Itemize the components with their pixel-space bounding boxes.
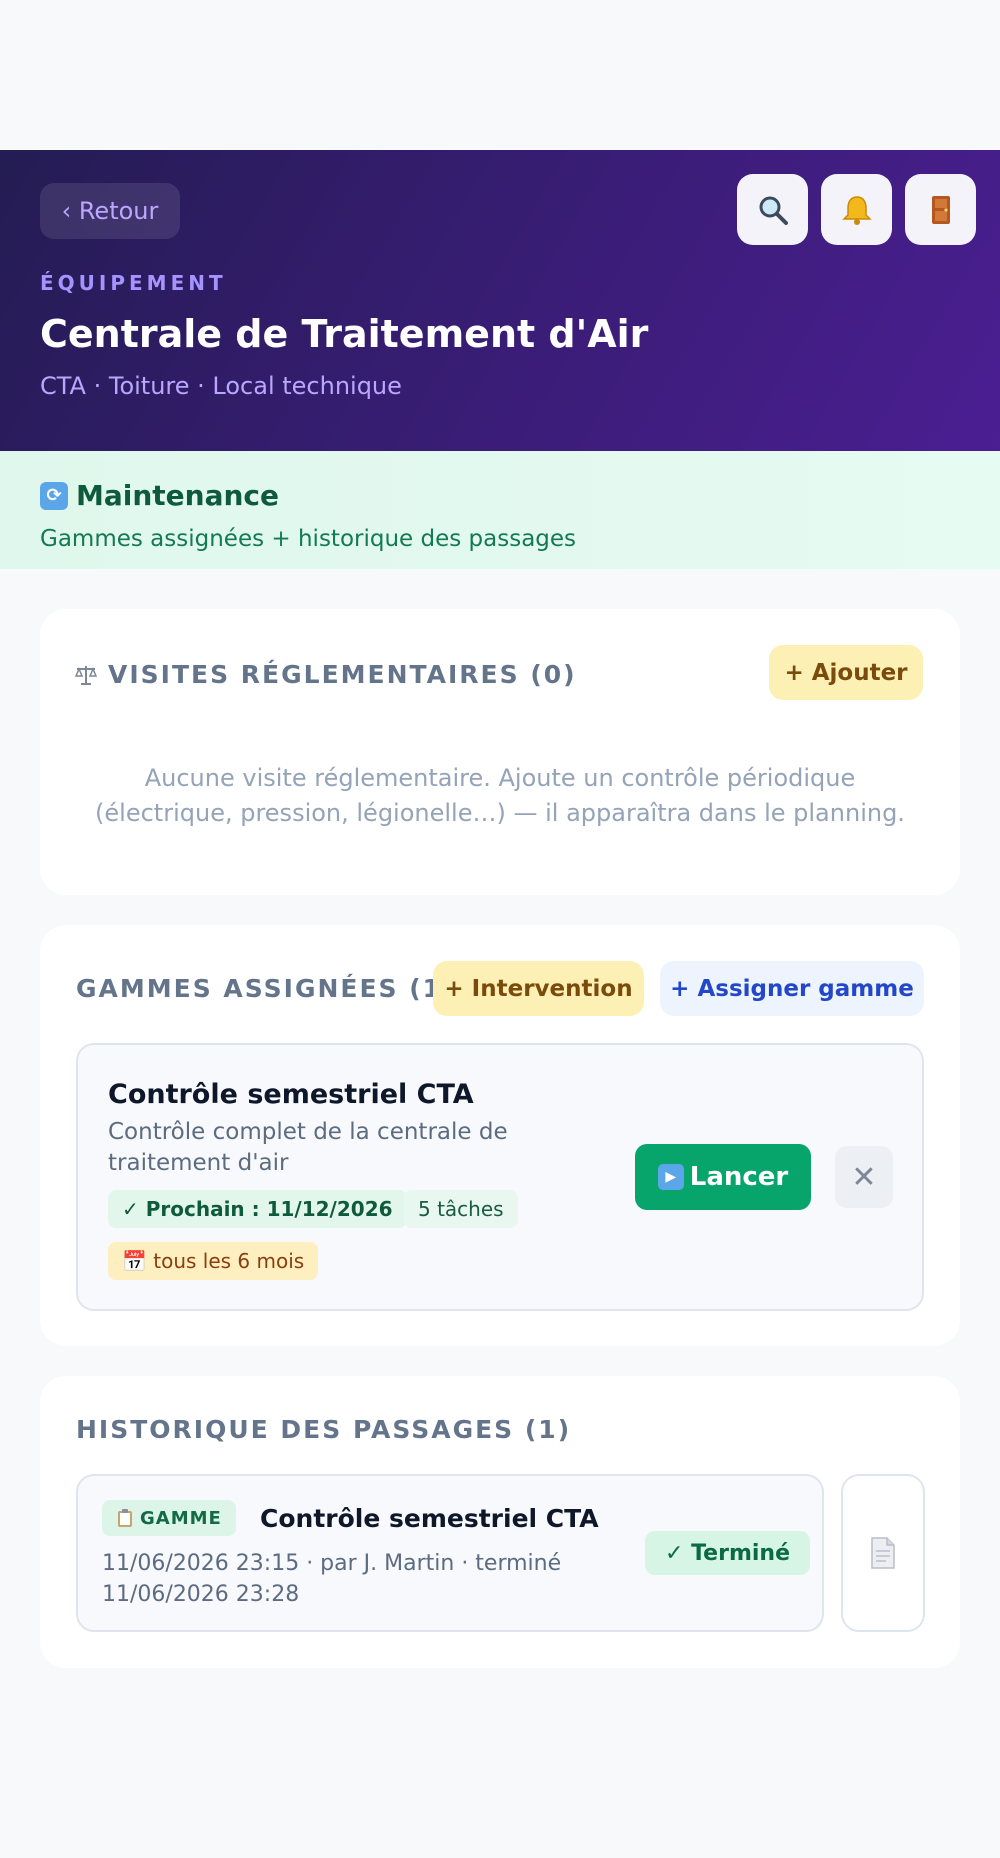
door-icon — [931, 195, 950, 224]
gamme-tag: GAMME — [102, 1500, 236, 1536]
equipment-overline: ÉQUIPEMENT — [40, 271, 227, 295]
gamme-desc-line-2: traitement d'air — [108, 1150, 289, 1176]
back-button[interactable]: ‹ Retour — [40, 183, 180, 239]
maintenance-banner: ⟳ Maintenance Gammes assignées + histori… — [0, 451, 1000, 569]
launch-label: Lancer — [689, 1162, 789, 1192]
remove-gamme-button[interactable]: ✕ — [835, 1146, 893, 1208]
visites-title-text: VISITES RÉGLEMENTAIRES (0) — [108, 660, 577, 689]
history-entry[interactable]: GAMME Contrôle semestriel CTA 11/06/2026… — [76, 1474, 824, 1632]
page-title: Centrale de Traitement d'Air — [40, 312, 649, 356]
frequency-badge: 📅 tous les 6 mois — [108, 1242, 319, 1280]
search-icon — [759, 196, 788, 225]
document-icon — [871, 1537, 895, 1569]
bell-icon — [841, 195, 872, 225]
gamme-item: Contrôle semestriel CTA Contrôle complet… — [76, 1043, 924, 1311]
assign-gamme-button[interactable]: + Assigner gamme — [660, 961, 924, 1016]
maintenance-subtitle: Gammes assignées + historique des passag… — [40, 526, 577, 552]
logout-button[interactable] — [905, 174, 976, 245]
equipment-header: ‹ Retour ÉQUIPEMENT Centrale de Traiteme… — [0, 150, 1000, 451]
historique-section-title: HISTORIQUE DES PASSAGES (1) — [76, 1415, 572, 1444]
view-report-button[interactable] — [841, 1474, 925, 1632]
search-button[interactable] — [737, 174, 808, 245]
visites-empty-line-2: (électrique, pression, légionelle…) — il… — [95, 799, 905, 827]
gamme-desc-line-1: Contrôle complet de la centrale de — [108, 1119, 508, 1145]
launch-button[interactable]: ▶ Lancer — [635, 1144, 811, 1210]
history-title: Contrôle semestriel CTA — [260, 1504, 599, 1533]
history-meta-line-2: 11/06/2026 23:28 — [102, 1582, 300, 1607]
gammes-section-title: GAMMES ASSIGNÉES (1) — [76, 974, 456, 1003]
notifications-button[interactable] — [821, 174, 892, 245]
equipment-location: CTA · Toiture · Local technique — [40, 372, 402, 400]
visites-section-title: VISITES RÉGLEMENTAIRES (0) — [74, 660, 577, 689]
visites-empty-line-1: Aucune visite réglementaire. Ajoute un c… — [144, 764, 856, 792]
gamme-tag-label: GAMME — [140, 1507, 222, 1529]
gamme-title: Contrôle semestriel CTA — [108, 1079, 474, 1110]
play-icon: ▶ — [657, 1164, 684, 1190]
status-badge: ✓ Terminé — [645, 1531, 810, 1575]
gammes-card: GAMMES ASSIGNÉES (1) + Intervention + As… — [40, 925, 960, 1346]
visites-card: VISITES RÉGLEMENTAIRES (0) + Ajouter Auc… — [40, 609, 960, 895]
task-count-badge: 5 tâches — [404, 1190, 518, 1228]
historique-card: HISTORIQUE DES PASSAGES (1) GAMME Contrô… — [40, 1376, 960, 1668]
close-icon: ✕ — [851, 1159, 877, 1195]
clipboard-icon — [118, 1509, 132, 1527]
repeat-icon: ⟳ — [40, 481, 68, 510]
header-actions — [737, 174, 976, 245]
add-intervention-button[interactable]: + Intervention — [433, 961, 644, 1016]
maintenance-title-text: Maintenance — [76, 479, 280, 512]
add-visite-button[interactable]: + Ajouter — [769, 645, 923, 700]
next-date-badge: ✓ Prochain : 11/12/2026 — [108, 1190, 407, 1228]
maintenance-title: ⟳ Maintenance — [40, 479, 279, 512]
history-meta-line-1: 11/06/2026 23:15 · par J. Martin · termi… — [102, 1551, 562, 1576]
scales-icon — [74, 665, 98, 685]
